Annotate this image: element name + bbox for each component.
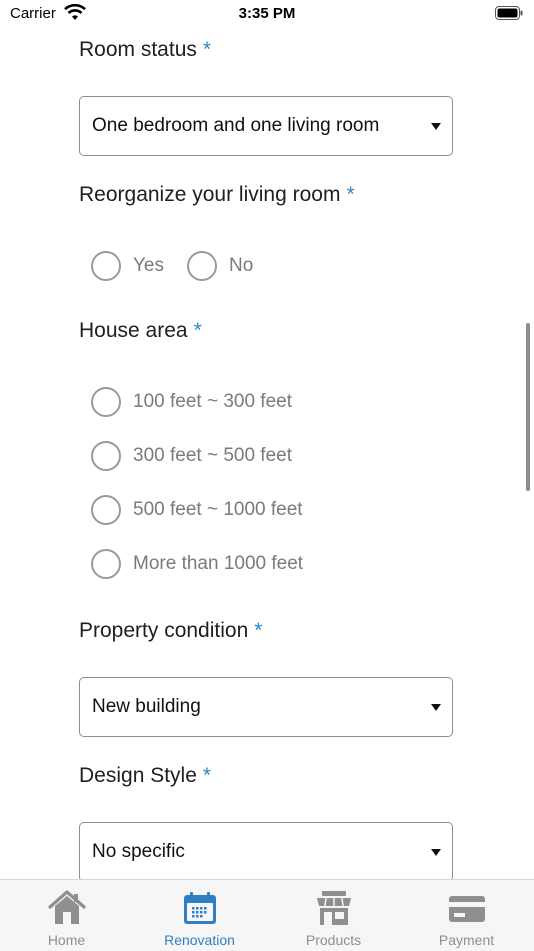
tab-label: Products [305, 932, 362, 948]
tab-renovation[interactable]: Renovation [133, 880, 266, 951]
dropdown-arrow-icon [431, 704, 441, 711]
property-condition-label: Property condition * [79, 619, 263, 642]
radio-label: Yes [133, 255, 164, 276]
radio-circle-icon [187, 251, 217, 281]
radio-circle-icon [91, 495, 121, 525]
house-area-label: House area * [79, 319, 202, 342]
design-style-label: Design Style * [79, 764, 212, 787]
radio-label: 500 feet ~ 1000 feet [133, 499, 303, 520]
house-area-option-4-radio[interactable]: More than 1000 feet [91, 546, 303, 582]
status-bar: Carrier 3:35 PM [0, 0, 534, 30]
tab-payment[interactable]: Payment [400, 880, 533, 951]
required-asterisk: * [193, 319, 202, 342]
dropdown-arrow-icon [431, 123, 441, 130]
tab-label: Renovation [164, 932, 235, 948]
design-style-select[interactable]: No specific [79, 822, 453, 882]
house-area-option-2-radio[interactable]: 300 feet ~ 500 feet [91, 438, 292, 474]
home-icon [48, 890, 86, 924]
required-asterisk: * [202, 38, 212, 61]
room-status-select[interactable]: One bedroom and one living room [79, 96, 453, 156]
radio-label: 100 feet ~ 300 feet [133, 391, 292, 412]
room-status-value: One bedroom and one living room [92, 115, 380, 136]
reorganize-label: Reorganize your living room * [79, 183, 355, 206]
tab-label: Home [47, 932, 86, 948]
tab-home[interactable]: Home [0, 880, 133, 951]
radio-circle-icon [91, 387, 121, 417]
reorganize-yes-radio[interactable]: Yes [91, 248, 164, 284]
reorganize-no-radio[interactable]: No [187, 248, 253, 284]
room-status-label: Room status * [79, 38, 212, 61]
property-condition-select[interactable]: New building [79, 677, 453, 737]
credit-card-icon [449, 896, 485, 922]
tab-label: Payment [438, 932, 495, 948]
radio-circle-icon [91, 251, 121, 281]
store-icon [317, 891, 351, 925]
house-area-option-1-radio[interactable]: 100 feet ~ 300 feet [91, 384, 292, 420]
radio-label: No [229, 255, 254, 276]
radio-circle-icon [91, 441, 121, 471]
radio-circle-icon [91, 549, 121, 579]
design-style-value: No specific [92, 841, 185, 862]
calendar-icon [184, 892, 216, 924]
required-asterisk: * [346, 183, 355, 206]
property-condition-value: New building [92, 696, 201, 717]
required-asterisk: * [202, 764, 212, 787]
radio-label: More than 1000 feet [133, 553, 304, 574]
scrollbar-thumb[interactable] [526, 323, 530, 491]
tab-bar: Home Renovation Products Payment [0, 879, 534, 951]
house-area-option-3-radio[interactable]: 500 feet ~ 1000 feet [91, 492, 303, 528]
battery-icon [495, 6, 523, 20]
required-asterisk: * [254, 619, 263, 642]
clock: 3:35 PM [238, 5, 296, 22]
dropdown-arrow-icon [431, 849, 441, 856]
radio-label: 300 feet ~ 500 feet [133, 445, 292, 466]
tab-products[interactable]: Products [267, 880, 400, 951]
